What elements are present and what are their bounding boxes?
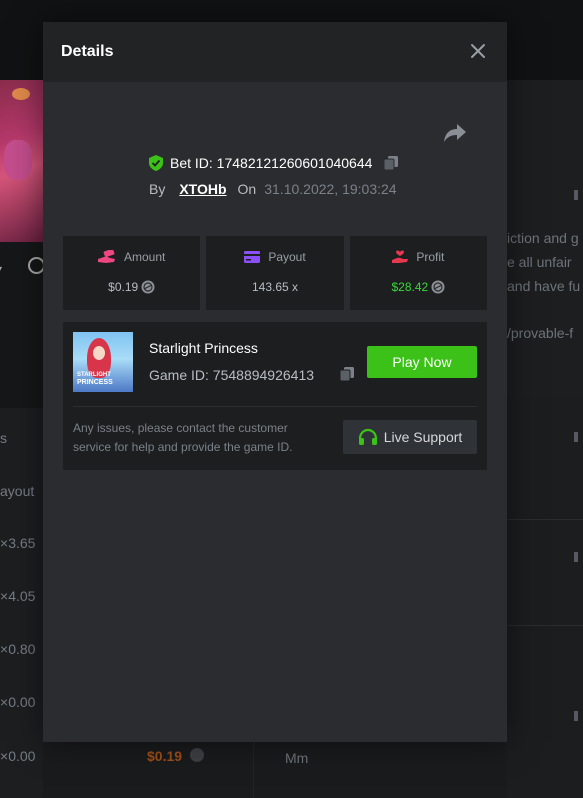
stat-payout: Payout 143.65 x — [206, 236, 344, 310]
shield-check-icon — [149, 155, 163, 171]
play-now-button[interactable]: Play Now — [367, 346, 477, 378]
stat-label: Payout — [268, 250, 306, 264]
stat-value: 143.65 x — [251, 280, 299, 294]
bet-id-row: Bet ID: 17482121260601040644 — [149, 152, 399, 174]
background-left-label: 4.05× — [0, 588, 36, 604]
background-left-label: 0.80× — [0, 641, 36, 657]
background-left-label: 0.00× — [0, 748, 36, 764]
game-card: STARLIGHT PRINCESS Starlight Princess Ga… — [63, 322, 487, 470]
background-chevron-icon — [574, 711, 578, 721]
bet-id: Bet ID: 17482121260601040644 — [170, 155, 373, 171]
game-thumb-title: PRINCESS — [77, 379, 113, 386]
game-name: Starlight Princess — [149, 340, 258, 356]
coin-icon — [141, 280, 155, 294]
background-label: Mm — [285, 750, 309, 766]
background-right-text: iction and g — [507, 230, 579, 246]
background-chevron-icon — [574, 190, 578, 200]
game-thumb-title: STARLIGHT — [77, 372, 111, 378]
background-chevron-icon — [574, 552, 578, 562]
on-label: On — [237, 181, 257, 197]
stat-label: Profit — [416, 250, 445, 264]
support-text: Any issues, please contact the customer … — [73, 421, 293, 454]
background-bottom-row — [43, 742, 507, 798]
close-icon[interactable] — [467, 40, 489, 62]
money-hand-icon — [97, 250, 115, 263]
game-thumbnail[interactable]: STARLIGHT PRINCESS — [73, 332, 133, 392]
background-left-label: 0.00× — [0, 694, 36, 710]
headset-icon — [358, 428, 377, 445]
profit-hand-icon — [392, 250, 409, 263]
username-link[interactable]: XTOHb — [179, 181, 226, 197]
background-left-label: 3.65× — [0, 535, 36, 551]
background-coin-icon — [190, 748, 204, 762]
game-id: Game ID: 7548894926413 — [149, 367, 315, 383]
background-divider — [507, 519, 583, 520]
background-right-text: e all unfair — [507, 254, 572, 270]
stat-label: Amount — [123, 250, 166, 264]
background-right-text: /provable-f — [507, 325, 574, 341]
live-support-button[interactable]: Live Support — [343, 420, 477, 454]
stat-value: $28.42 — [391, 280, 429, 294]
background-left-label: ayout — [0, 483, 35, 499]
card-icon — [244, 251, 261, 263]
modal-title: Details — [61, 43, 114, 60]
background-left-label: s — [0, 430, 7, 446]
background-chevron-icon — [574, 432, 578, 442]
bet-datetime: 31.10.2022, 19:03:24 — [264, 181, 397, 197]
share-icon[interactable] — [443, 122, 467, 144]
background-amount: $0.19 — [147, 748, 183, 764]
live-support-label: Live Support — [383, 429, 463, 445]
bet-stats: Amount $0.19 Payout 143.65 x Profit $28.… — [63, 236, 487, 310]
background-right-text: and have fu — [507, 278, 581, 294]
stat-profit: Profit $28.42 — [349, 236, 487, 310]
bet-meta-row: By XTOHb On 31.10.2022, 19:03:24 — [149, 179, 397, 199]
background-game-image — [0, 80, 43, 242]
coin-icon — [431, 280, 445, 294]
stat-value: $0.19 — [108, 280, 139, 294]
background-divider — [253, 742, 254, 798]
modal-header: Details — [43, 22, 507, 82]
stat-amount: Amount $0.19 — [63, 236, 201, 310]
background-divider — [507, 625, 583, 626]
copy-icon[interactable] — [339, 366, 355, 382]
divider — [73, 406, 477, 407]
background-left-icons: ▾ — [0, 254, 45, 282]
bet-details-modal: Details Bet ID: 17482121260601040644 By … — [43, 22, 507, 742]
by-label: By — [149, 181, 166, 197]
copy-icon[interactable] — [383, 155, 399, 171]
background-chevron-icon: ▾ — [0, 262, 2, 276]
